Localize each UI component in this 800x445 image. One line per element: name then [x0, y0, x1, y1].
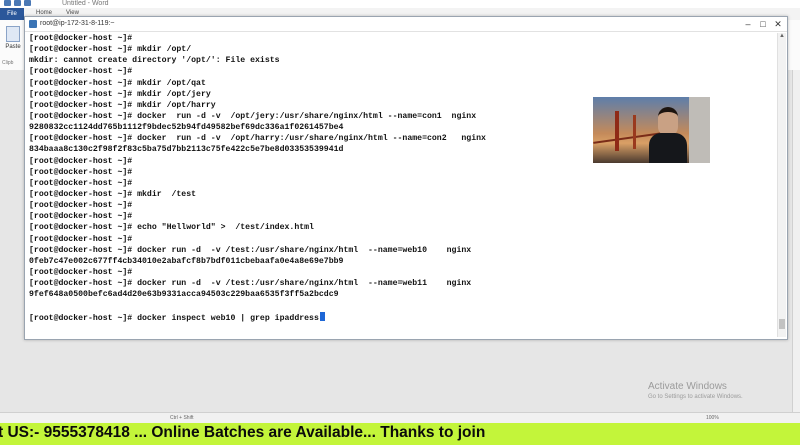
bridge-tower	[615, 111, 619, 151]
undo-icon[interactable]	[14, 0, 21, 6]
terminal-icon	[29, 20, 37, 28]
bridge-tower	[633, 115, 636, 149]
terminal-line: [root@docker-host ~]#	[29, 212, 133, 222]
terminal-line: [root@docker-host ~]# echo "Hellworld" >…	[29, 223, 314, 233]
close-button[interactable]: ✕	[771, 18, 785, 30]
terminal-line: mkdir: cannot create directory '/opt/': …	[29, 56, 280, 66]
text-cursor	[319, 311, 325, 321]
app-titlebar: Untitled - Word	[0, 0, 800, 8]
terminal-line: [root@docker-host ~]#	[29, 67, 133, 77]
presenter-shirt	[649, 133, 687, 163]
presenter-head	[658, 107, 678, 136]
zoom-level[interactable]: 100%	[706, 415, 719, 421]
clipboard-group-label: Clipb	[2, 60, 14, 66]
activate-windows-watermark: Activate Windows Go to Settings to activ…	[648, 381, 743, 400]
terminal-titlebar[interactable]: root@ip-172-31-8-119:~ – □ ✕	[25, 17, 787, 32]
terminal-line: 9fef648a0500befc6ad4d20e63b9331acca94503…	[29, 290, 339, 300]
background-wall	[689, 97, 710, 163]
promo-banner-text: t US:- 9555378418 ... Online Batches are…	[0, 424, 486, 441]
save-icon[interactable]	[4, 0, 11, 6]
terminal-scrollbar[interactable]: ▲	[777, 33, 786, 337]
terminal-line: [root@docker-host ~]#	[29, 201, 133, 211]
webcam-overlay	[593, 97, 710, 163]
scroll-thumb[interactable]	[779, 319, 785, 329]
terminal-title: root@ip-172-31-8-119:~	[40, 20, 115, 27]
terminal-line: [root@docker-host ~]# mkdir /test	[29, 189, 197, 199]
terminal-line: [root@docker-host ~]#	[29, 234, 133, 244]
terminal-line: [root@docker-host ~]# docker inspect web…	[29, 311, 773, 323]
terminal-line: [root@docker-host ~]#	[29, 34, 133, 43]
terminal-line: [root@docker-host ~]# mkdir /opt/	[29, 45, 192, 55]
quick-access-toolbar[interactable]	[4, 0, 54, 8]
terminal-window[interactable]: root@ip-172-31-8-119:~ – □ ✕ [root@docke…	[24, 16, 788, 340]
presenter	[649, 107, 687, 163]
paste-button[interactable]: Paste	[4, 26, 22, 50]
minimize-button[interactable]: –	[741, 18, 755, 30]
clipboard-icon	[6, 26, 20, 42]
paste-label: Paste	[5, 44, 21, 50]
status-shortcut: Ctrl + Shift	[170, 415, 194, 421]
promo-banner: t US:- 9555378418 ... Online Batches are…	[0, 423, 800, 445]
terminal-line: [root@docker-host ~]# docker run -d -v /…	[29, 245, 472, 255]
terminal-line: [root@docker-host ~]#	[29, 267, 133, 277]
terminal-output[interactable]: [root@docker-host ~]# [root@docker-host ~…	[29, 33, 773, 337]
maximize-button[interactable]: □	[756, 18, 770, 30]
scroll-up-icon[interactable]: ▲	[778, 33, 786, 41]
document-scrollbar[interactable]	[792, 70, 800, 412]
terminal-line: [root@docker-host ~]# mkdir /opt/qat	[29, 78, 206, 88]
watermark-subtitle: Go to Settings to activate Windows.	[648, 394, 743, 400]
terminal-line: 0feb7c47e002c677ff4cb34010e2abafcf8b7bdf…	[29, 256, 344, 266]
terminal-line: [root@docker-host ~]# docker run -d -v /…	[29, 279, 472, 289]
terminal-line: [root@docker-host ~]#	[29, 167, 133, 177]
terminal-line: [root@docker-host ~]#	[29, 178, 133, 188]
redo-icon[interactable]	[24, 0, 31, 6]
tab-file[interactable]: File	[0, 8, 24, 20]
watermark-title: Activate Windows	[648, 381, 727, 392]
app-title: Untitled - Word	[62, 0, 109, 7]
